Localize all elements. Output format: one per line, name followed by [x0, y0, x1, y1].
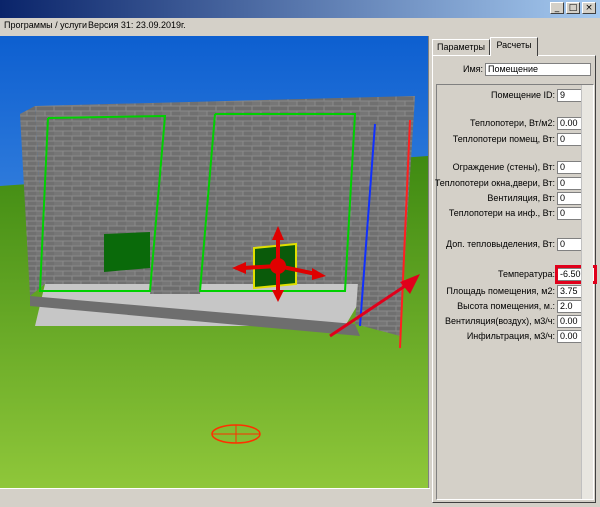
field-label: Высота помещения, м.:: [457, 301, 555, 311]
fields-scroll-area[interactable]: Помещение ID: 9 Теплопотери, Вт/м2: 0.00…: [434, 84, 597, 500]
minimize-button[interactable]: _: [550, 2, 564, 14]
field-heatloss-room: Теплопотери помещ, Вт: 0: [437, 133, 592, 147]
field-ventilation-air: Вентиляция(воздух), м3/ч: 0.00: [437, 315, 592, 329]
field-label: Теплопотери помещ, Вт:: [452, 134, 555, 144]
statusbar: [0, 488, 430, 507]
field-infiltration-loss: Теплопотери на инф., Вт: 0: [437, 207, 592, 221]
field-label: Температура:: [497, 269, 555, 279]
name-input[interactable]: Помещение: [485, 63, 591, 76]
field-label: Доп. тепловыделения, Вт:: [446, 239, 555, 249]
field-walls: Ограждение (стены), Вт: 0: [437, 161, 592, 175]
field-infiltration: Инфильтрация, м3/ч: 0.00: [437, 330, 592, 344]
field-label: Теплопотери, Вт/м2:: [470, 118, 555, 128]
maximize-button[interactable]: □: [566, 2, 580, 14]
tab-body: Имя: Помещение Помещение ID: 9 Теплопоте…: [432, 55, 597, 503]
field-label: Помещение ID:: [491, 90, 555, 100]
3d-viewport[interactable]: [0, 36, 429, 488]
vertical-scrollbar[interactable]: [581, 85, 593, 499]
field-label: Теплопотери окна,двери, Вт:: [434, 178, 555, 188]
tab-calculations[interactable]: Расчеты: [490, 37, 538, 56]
window-titlebar: _ □ ×: [0, 0, 600, 18]
field-label: Инфильтрация, м3/ч:: [466, 331, 555, 341]
cube-object-left[interactable]: [104, 232, 150, 272]
field-label: Вентиляция(воздух), м3/ч:: [445, 316, 555, 326]
menubar: Программы / услуги Версия 31: 23.09.2019…: [0, 18, 600, 34]
properties-panel: Параметры Расчеты Имя: Помещение Помещен…: [430, 36, 600, 506]
version-label: Версия 31: 23.09.2019г.: [88, 20, 186, 30]
scene-render: [0, 36, 428, 488]
back-wall: [35, 96, 415, 284]
field-label: Теплопотери на инф., Вт:: [448, 208, 555, 218]
menu-programs[interactable]: Программы / услуги: [4, 20, 87, 30]
field-label: Вентиляция, Вт:: [487, 193, 555, 203]
field-temperature: Температура: -6.50: [437, 265, 597, 284]
field-room-id: Помещение ID: 9: [437, 89, 592, 103]
field-extra-heat: Доп. тепловыделения, Вт: 0: [437, 238, 592, 252]
name-row: Имя: Помещение: [433, 62, 593, 78]
field-area: Площадь помещения, м2: 3.75: [437, 285, 592, 299]
name-label: Имя:: [462, 64, 483, 74]
field-ventilation: Вентиляция, Вт: 0: [437, 192, 592, 206]
tab-parameters[interactable]: Параметры: [432, 39, 490, 55]
field-height: Высота помещения, м.: 2.0: [437, 300, 592, 314]
field-windows-doors: Теплопотери окна,двери, Вт: 0: [434, 177, 592, 191]
close-button[interactable]: ×: [582, 2, 596, 14]
field-label: Ограждение (стены), Вт:: [452, 162, 555, 172]
field-label: Площадь помещения, м2:: [446, 286, 555, 296]
field-heatloss-m2: Теплопотери, Вт/м2: 0.00: [437, 117, 592, 131]
